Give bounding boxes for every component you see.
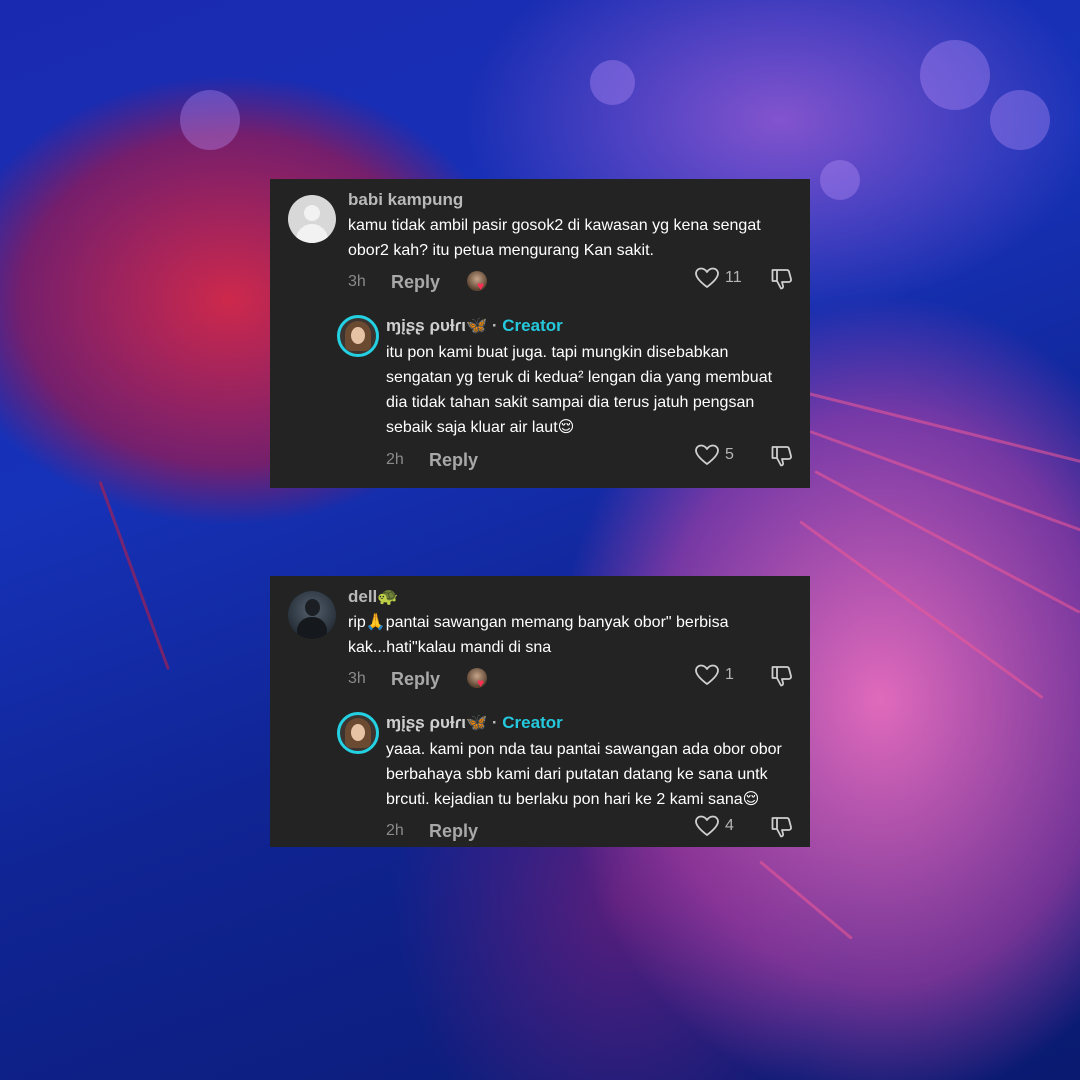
heart-outline-icon xyxy=(695,444,719,465)
creator-liked-icon: ♥ xyxy=(467,271,487,292)
like-count: 11 xyxy=(725,269,742,286)
reply-username[interactable]: ɱįʂʂ ρυƚɾι🦋 xyxy=(386,713,487,732)
comment-text: rip🙏pantai sawangan memang banyak obor" … xyxy=(348,610,788,660)
separator: · xyxy=(491,316,498,335)
reply-text: itu pon kami buat juga. tapi mungkin dis… xyxy=(386,340,796,440)
thumbs-down-outline-icon xyxy=(771,446,792,467)
reply-time: 2h xyxy=(386,451,404,468)
avatar[interactable] xyxy=(288,591,336,639)
comment-text: kamu tidak ambil pasir gosok2 di kawasan… xyxy=(348,213,788,263)
reply-text: yaaa. kami pon nda tau pantai sawangan a… xyxy=(386,737,796,812)
like-button[interactable]: 5 xyxy=(695,444,734,466)
reply-username-row: ɱįʂʂ ρυƚɾι🦋 · Creator xyxy=(386,316,563,336)
creator-avatar[interactable] xyxy=(337,315,379,357)
comment-username[interactable]: babi kampung xyxy=(348,190,463,210)
jellyfish-background xyxy=(0,0,1080,1080)
creator-avatar[interactable] xyxy=(337,712,379,754)
like-count: 4 xyxy=(725,817,734,834)
reply-text-line: sebaik saja kluar air laut😌 xyxy=(386,419,575,436)
avatar[interactable] xyxy=(288,195,336,243)
reply-text-line: dia tidak tahan sakit sampai dia terus j… xyxy=(386,394,755,411)
comment-text-line: kamu tidak ambil pasir gosok2 di kawasan… xyxy=(348,217,761,234)
thumbs-down-outline-icon xyxy=(771,817,792,838)
reply-text-line: yaaa. kami pon nda tau pantai sawangan a… xyxy=(386,741,782,758)
comment-card: dell🐢 rip🙏pantai sawangan memang banyak … xyxy=(270,576,810,847)
thumbs-down-outline-icon xyxy=(771,269,792,290)
dislike-button[interactable] xyxy=(770,267,794,291)
separator: · xyxy=(491,713,498,732)
thumbs-down-outline-icon xyxy=(771,666,792,687)
like-count: 5 xyxy=(725,446,734,463)
creator-badge: Creator xyxy=(502,316,563,335)
creator-badge: Creator xyxy=(502,713,563,732)
comment-time: 3h xyxy=(348,273,366,290)
reply-button[interactable]: Reply xyxy=(391,669,440,690)
comment-text-line: rip🙏pantai sawangan memang banyak obor" … xyxy=(348,614,729,631)
comment-card: babi kampung kamu tidak ambil pasir goso… xyxy=(270,179,810,488)
reply-username-row: ɱįʂʂ ρυƚɾι🦋 · Creator xyxy=(386,713,563,733)
like-button[interactable]: 11 xyxy=(695,267,742,289)
comment-time: 3h xyxy=(348,670,366,687)
reply-time: 2h xyxy=(386,822,404,839)
dislike-button[interactable] xyxy=(770,815,794,839)
heart-outline-icon xyxy=(695,267,719,288)
reply-button[interactable]: Reply xyxy=(429,821,478,842)
reply-button[interactable]: Reply xyxy=(391,272,440,293)
reply-text-line: itu pon kami buat juga. tapi mungkin dis… xyxy=(386,344,729,361)
reply-text-line: berbahaya sbb kami dari putatan datang k… xyxy=(386,766,768,783)
reply-text-line: brcuti. kejadian tu berlaku pon hari ke … xyxy=(386,791,760,808)
like-button[interactable]: 4 xyxy=(695,815,734,837)
reply-text-line: sengatan yg teruk di kedua² lengan dia y… xyxy=(386,369,773,386)
like-button[interactable]: 1 xyxy=(695,664,734,686)
dislike-button[interactable] xyxy=(770,444,794,468)
like-count: 1 xyxy=(725,666,734,683)
creator-liked-icon: ♥ xyxy=(467,668,487,689)
reply-button[interactable]: Reply xyxy=(429,450,478,471)
comment-text-line: obor2 kah? itu petua mengurang Kan sakit… xyxy=(348,242,654,259)
dislike-button[interactable] xyxy=(770,664,794,688)
reply-username[interactable]: ɱįʂʂ ρυƚɾι🦋 xyxy=(386,316,487,335)
comment-username[interactable]: dell🐢 xyxy=(348,587,398,607)
comment-text-line: kak...hati"kalau mandi di sna xyxy=(348,639,552,656)
heart-outline-icon xyxy=(695,664,719,685)
heart-outline-icon xyxy=(695,815,719,836)
